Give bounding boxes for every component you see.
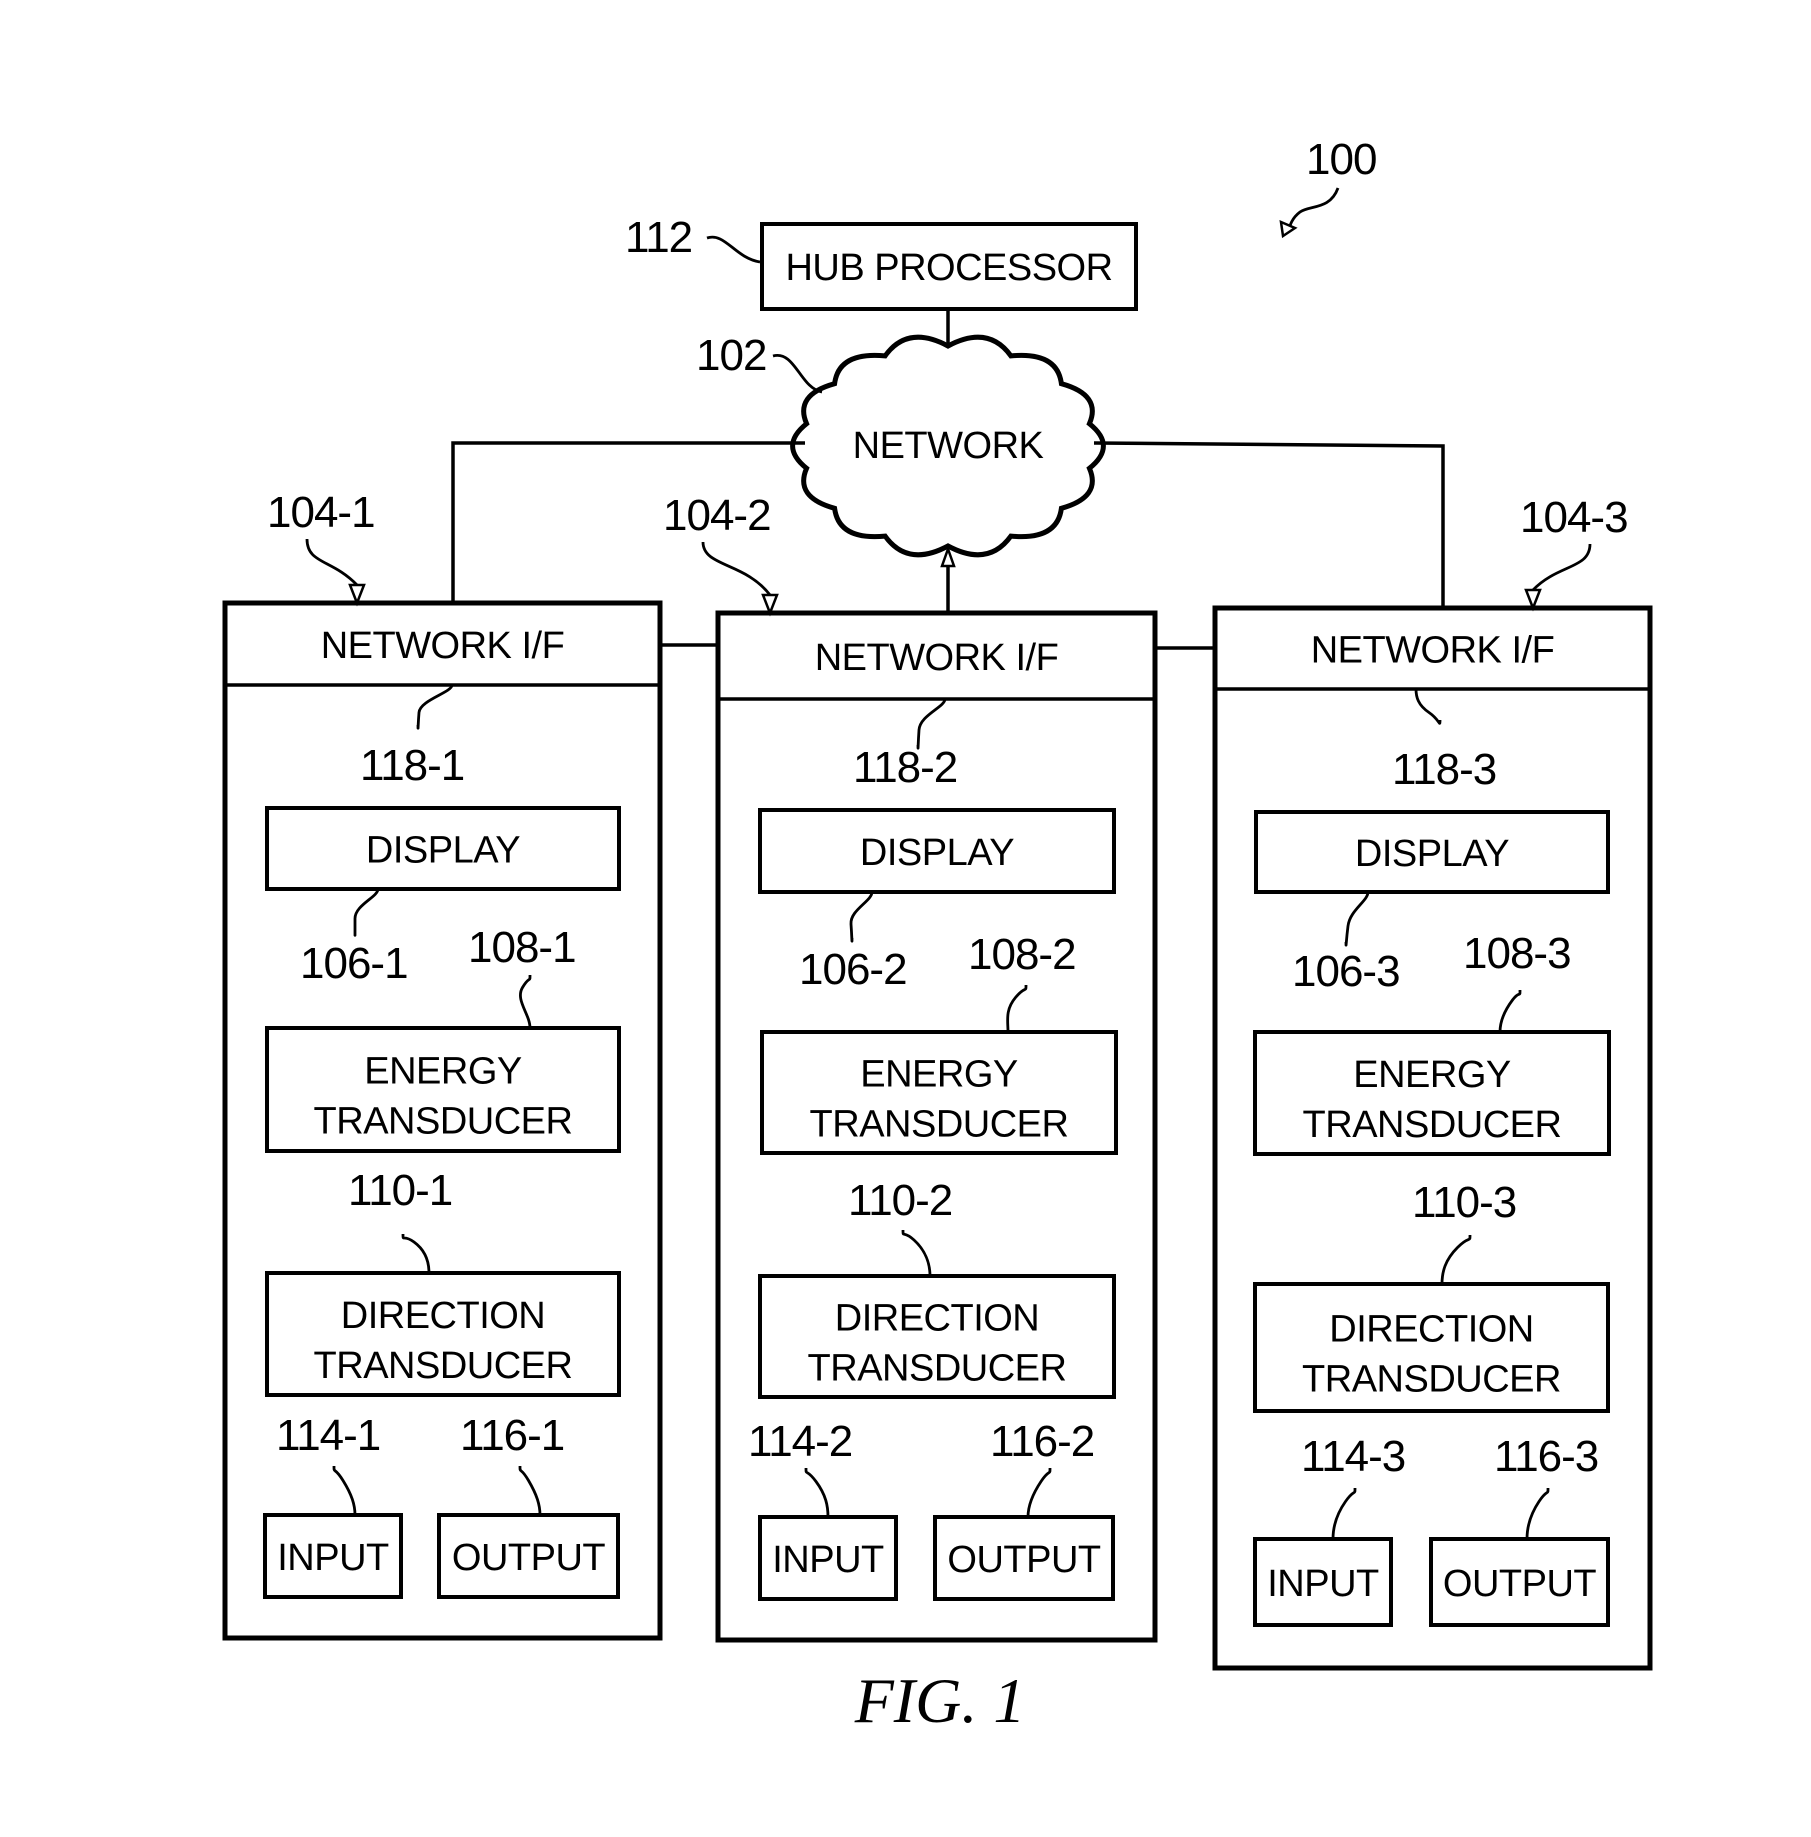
patent-diagram: 100 112 HUB PROCESSOR 102 NETWORK NETWOR… [222, 135, 1653, 1736]
display-label: DISPLAY [860, 832, 1014, 874]
energy-transducer-label-line1: ENERGY [364, 1051, 522, 1093]
network-to-device3-line [1093, 441, 1445, 608]
output-ref-label: 116-3 [1494, 1432, 1598, 1481]
energy-transducer-label-line2: TRANSDUCER [1303, 1104, 1562, 1146]
network-if-label: NETWORK I/F [1311, 630, 1555, 672]
device-2: NETWORK I/F 104-2 118-2 DISPLAY 106-2 ENERGY T… [663, 491, 1158, 1643]
input-label: INPUT [1267, 1563, 1379, 1605]
device-ref-label: 104-1 [267, 488, 375, 537]
system-ref-leader [1286, 187, 1340, 233]
output-label: OUTPUT [947, 1539, 1101, 1581]
system-ref-label: 100 [1306, 135, 1376, 184]
energy-transducer-ref-label: 108-3 [1463, 929, 1571, 978]
output-ref-label: 116-1 [460, 1411, 564, 1460]
direction-transducer-label-line1: DIRECTION [1329, 1309, 1534, 1351]
hub-ref-label: 112 [625, 213, 692, 262]
device-ref-arrowhead [348, 583, 366, 607]
device-ref-leader [305, 538, 359, 586]
device-ref-label: 104-2 [663, 491, 771, 540]
hub-processor-label: HUB PROCESSOR [785, 247, 1112, 289]
energy-transducer-ref-label: 108-2 [968, 930, 1076, 979]
input-ref-label: 114-2 [748, 1417, 852, 1466]
figure-caption: FIG. 1 [854, 1665, 1026, 1736]
system-ref-arrowhead [1279, 219, 1298, 239]
input-label: INPUT [772, 1539, 884, 1581]
network-if-ref-label: 118-1 [360, 741, 464, 790]
output-label: OUTPUT [1443, 1563, 1597, 1605]
display-label: DISPLAY [366, 830, 520, 872]
device-ref-arrowhead [1524, 588, 1542, 612]
energy-transducer-label-line2: TRANSDUCER [810, 1104, 1069, 1146]
network-label: NETWORK [853, 425, 1044, 467]
direction-transducer-ref-label: 110-1 [348, 1166, 452, 1215]
input-ref-label: 114-3 [1301, 1432, 1405, 1481]
input-ref-label: 114-1 [276, 1411, 380, 1460]
network-if-ref-label: 118-3 [1392, 745, 1496, 794]
direction-transducer-ref-label: 110-3 [1412, 1178, 1516, 1227]
direction-transducer-label-line2: TRANSDUCER [314, 1345, 573, 1387]
display-ref-label: 106-1 [300, 939, 408, 988]
device-ref-label: 104-3 [1520, 493, 1628, 542]
network-if-label: NETWORK I/F [815, 637, 1059, 679]
input-label: INPUT [277, 1537, 389, 1579]
display-label: DISPLAY [1355, 833, 1509, 875]
energy-transducer-ref-label: 108-1 [468, 923, 576, 972]
network-ref-leader [772, 354, 823, 394]
display-ref-label: 106-2 [799, 945, 907, 994]
device-ref-leader [701, 541, 772, 596]
device-ref-arrowhead [761, 593, 779, 617]
network-if-label: NETWORK I/F [321, 625, 565, 667]
direction-transducer-label-line2: TRANSDUCER [808, 1348, 1067, 1390]
hub-ref-leader [706, 235, 761, 264]
direction-transducer-label-line1: DIRECTION [341, 1295, 546, 1337]
network-if-ref-label: 118-2 [853, 743, 957, 792]
device-3: NETWORK I/F 104-3 118-3 DISPLAY 106-3 ENERGY T… [1212, 493, 1653, 1671]
device-1: NETWORK I/F 104-1 118-1 DISPLAY 106-1 ENERGY T… [222, 488, 663, 1641]
energy-transducer-label-line1: ENERGY [1353, 1054, 1511, 1096]
energy-transducer-label-line1: ENERGY [860, 1054, 1018, 1096]
direction-transducer-label-line2: TRANSDUCER [1302, 1359, 1561, 1401]
energy-transducer-label-line2: TRANSDUCER [314, 1101, 573, 1143]
device2-to-network-arrowhead [940, 545, 956, 568]
direction-transducer-label-line1: DIRECTION [835, 1298, 1040, 1340]
direction-transducer-ref-label: 110-2 [848, 1176, 952, 1225]
network-ref-label: 102 [696, 331, 766, 380]
display-ref-label: 106-3 [1292, 947, 1400, 996]
output-ref-label: 116-2 [990, 1417, 1094, 1466]
devices-group: NETWORK I/F 104-1 118-1 DISPLAY 106-1 ENERGY T… [222, 488, 1653, 1671]
device-ref-leader [1531, 543, 1592, 591]
output-label: OUTPUT [452, 1537, 606, 1579]
